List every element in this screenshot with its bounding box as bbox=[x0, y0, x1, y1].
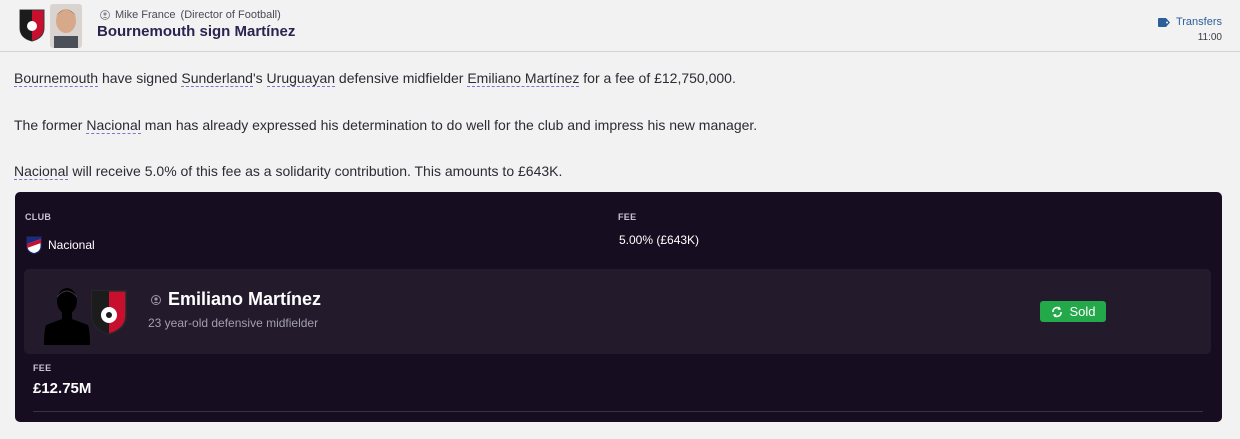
club-link[interactable]: Nacional bbox=[86, 117, 141, 134]
club-value[interactable]: Nacional bbox=[26, 236, 95, 254]
player-description: 23 year-old defensive midfielder bbox=[148, 316, 319, 330]
transfer-arrows-icon bbox=[1052, 306, 1063, 317]
category-label[interactable]: Transfers bbox=[1176, 16, 1222, 28]
paragraph-1: Bournemouth have signed Sunderland's Uru… bbox=[14, 70, 736, 87]
transfer-fee-label: FEE bbox=[33, 363, 52, 373]
sender-avatar[interactable] bbox=[50, 4, 82, 48]
category-link[interactable]: Transfers bbox=[1157, 16, 1222, 28]
fee-column-label: FEE bbox=[618, 212, 637, 222]
sender-role: (Director of Football) bbox=[180, 9, 281, 21]
player-link[interactable]: Emiliano Martínez bbox=[467, 70, 580, 87]
person-icon bbox=[100, 10, 110, 20]
message-header: Mike France (Director of Football) Bourn… bbox=[0, 0, 1240, 52]
nacional-badge-icon bbox=[26, 236, 42, 254]
status-badge: Sold bbox=[1040, 301, 1106, 322]
player-silhouette-icon bbox=[44, 288, 90, 345]
sender-name[interactable]: Mike France bbox=[115, 9, 176, 21]
nation-link[interactable]: Uruguayan bbox=[266, 70, 336, 87]
divider bbox=[33, 411, 1203, 412]
club-column-label: CLUB bbox=[25, 212, 52, 222]
paragraph-3: Nacional will receive 5.0% of this fee a… bbox=[14, 163, 563, 180]
transfer-panel: CLUB FEE Nacional 5.00% (£643K) Emiliano… bbox=[15, 192, 1222, 422]
club-link[interactable]: Bournemouth bbox=[14, 70, 99, 87]
page-title: Bournemouth sign Martínez bbox=[97, 23, 296, 40]
sender-info: Mike France (Director of Football) bbox=[100, 9, 281, 21]
fee-value: 5.00% (£643K) bbox=[619, 233, 700, 247]
club-link[interactable]: Nacional bbox=[14, 163, 69, 180]
player-name-row: Emiliano Martínez bbox=[151, 289, 321, 310]
status-label: Sold bbox=[1069, 304, 1096, 319]
person-icon bbox=[151, 294, 161, 305]
paragraph-2: The former Nacional man has already expr… bbox=[14, 117, 758, 134]
club-name[interactable]: Nacional bbox=[48, 238, 95, 252]
player-name[interactable]: Emiliano Martínez bbox=[168, 289, 321, 310]
transfer-fee-value: £12.75M bbox=[33, 380, 92, 397]
bournemouth-badge-icon[interactable] bbox=[18, 8, 46, 42]
player-card[interactable]: Emiliano Martínez 23 year-old defensive … bbox=[24, 269, 1211, 354]
bournemouth-badge-icon bbox=[91, 290, 127, 335]
timestamp: 11:00 bbox=[1197, 32, 1222, 43]
tag-icon bbox=[1157, 17, 1170, 27]
club-link[interactable]: Sunderland bbox=[181, 70, 253, 87]
